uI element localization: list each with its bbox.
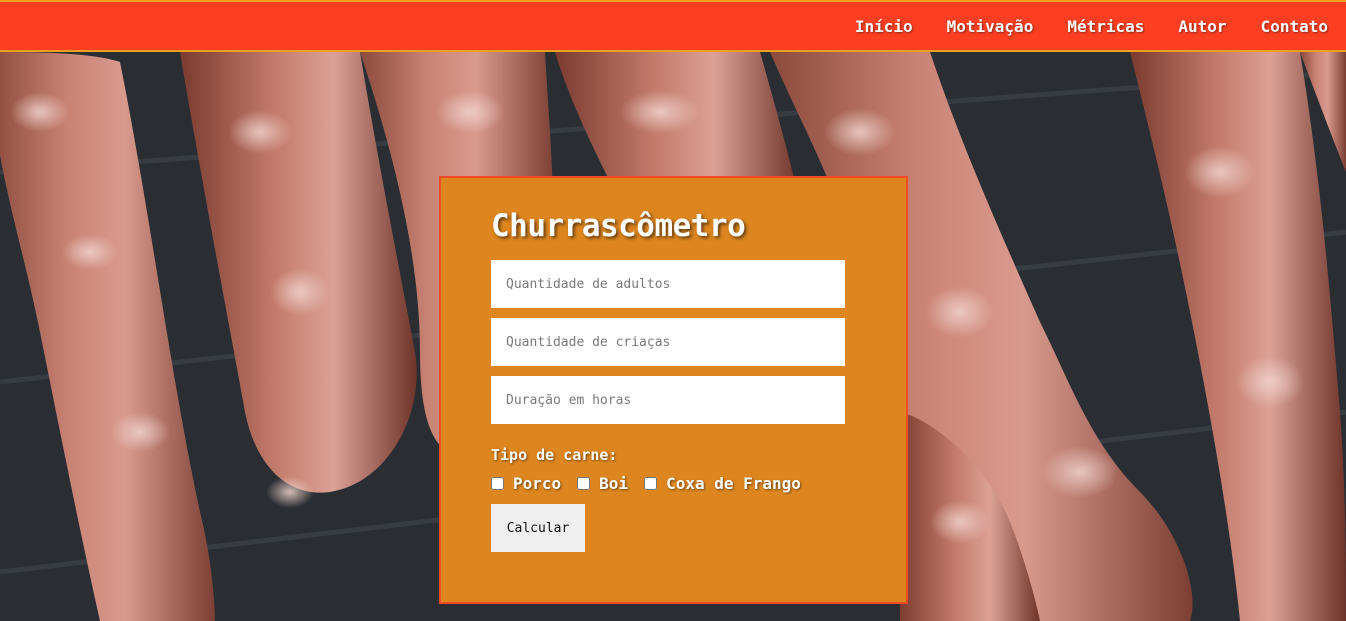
nav-link-motivacao[interactable]: Motivação bbox=[947, 17, 1034, 36]
top-navbar: Início Motivação Métricas Autor Contato bbox=[0, 0, 1346, 52]
page: Início Motivação Métricas Autor Contato bbox=[0, 0, 1346, 621]
nav-link-metricas[interactable]: Métricas bbox=[1067, 17, 1144, 36]
meat-type-label: Tipo de carne: bbox=[491, 446, 618, 464]
coxa-de-frango-label: Coxa de Frango bbox=[666, 474, 801, 493]
coxa-de-frango-checkbox[interactable] bbox=[644, 477, 658, 490]
churrascometro-form: Churrascômetro Tipo de carne: Porco Boi … bbox=[439, 176, 908, 604]
nav-item-contato: Contato bbox=[1261, 17, 1328, 36]
meat-type-options: Porco Boi Coxa de Frango bbox=[491, 474, 817, 493]
nav-item-inicio: Início bbox=[855, 17, 913, 36]
duration-hours-input[interactable] bbox=[491, 376, 845, 424]
nav-link-contato[interactable]: Contato bbox=[1261, 17, 1328, 36]
nav-item-metricas: Métricas bbox=[1067, 17, 1144, 36]
nav-link-inicio[interactable]: Início bbox=[855, 17, 913, 36]
nav-item-motivacao: Motivação bbox=[947, 17, 1034, 36]
nav-item-autor: Autor bbox=[1178, 17, 1226, 36]
meat-option-porco[interactable]: Porco bbox=[491, 474, 561, 493]
nav-menu: Início Motivação Métricas Autor Contato bbox=[821, 2, 1346, 50]
calculate-button[interactable]: Calcular bbox=[491, 504, 585, 552]
adults-quantity-input[interactable] bbox=[491, 260, 845, 308]
form-title: Churrascômetro bbox=[491, 208, 746, 244]
porco-label: Porco bbox=[513, 474, 562, 493]
boi-label: Boi bbox=[599, 474, 629, 493]
meat-option-boi[interactable]: Boi bbox=[577, 474, 628, 493]
porco-checkbox[interactable] bbox=[491, 477, 504, 490]
boi-checkbox[interactable] bbox=[577, 477, 591, 490]
nav-link-autor[interactable]: Autor bbox=[1178, 17, 1226, 36]
meat-option-coxa-de-frango[interactable]: Coxa de Frango bbox=[644, 474, 801, 493]
children-quantity-input[interactable] bbox=[491, 318, 845, 366]
